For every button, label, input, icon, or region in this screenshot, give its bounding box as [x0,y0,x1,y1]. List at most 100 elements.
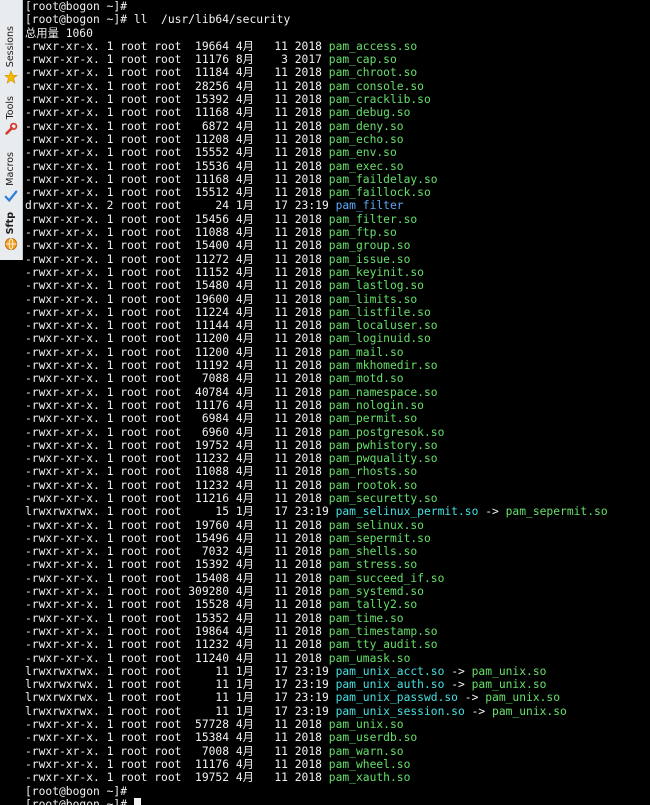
macros-tab[interactable]: Macros [0,152,22,203]
file-attributes: -rwxr-xr-x. 1 root root 11176 4月 11 2018 [25,757,329,771]
file-entry: -rwxr-xr-x. 1 root root 19664 4月 11 2018… [25,40,650,53]
file-attributes: -rwxr-xr-x. 1 root root 6872 4月 11 2018 [25,119,329,133]
command-prompt: [root@bogon ~]# [25,797,650,805]
file-entry: -rwxr-xr-x. 1 root root 15456 4月 11 2018… [25,213,650,226]
terminal-output[interactable]: [root@bogon ~]# [root@bogon ~]# ll /usr/l… [25,0,650,805]
file-entry: lrwxrwxrwx. 1 root root 11 1月 17 23:19 p… [25,691,650,704]
file-entry: -rwxr-xr-x. 1 root root 15392 4月 11 2018… [25,93,650,106]
file-attributes: -rwxr-xr-x. 1 root root 11192 4月 11 2018 [25,359,329,373]
file-name: pam_mkhomedir.so [328,359,438,373]
file-name: pam_userdb.so [328,731,418,745]
file-name: pam_timestamp.so [328,624,438,638]
sessions-tab[interactable]: Sessions [0,26,22,84]
file-entry: -rwxr-xr-x. 1 root root 57728 4月 11 2018… [25,718,650,731]
symlink-target: pam_unix.so [471,664,547,678]
file-name: pam_motd.so [328,372,404,386]
macros-tab-label: Macros [5,152,16,186]
file-entry: -rwxr-xr-x. 1 root root 11232 4月 11 2018… [25,638,650,651]
file-entry: -rwxr-xr-x. 1 root root 11176 4月 11 2018… [25,399,650,412]
file-attributes: -rwxr-xr-x. 1 root root 309280 4月 11 201… [25,585,329,599]
file-attributes: -rwxr-xr-x. 1 root root 15456 4月 11 2018 [25,212,329,226]
file-entry: -rwxr-xr-x. 1 root root 19864 4月 11 2018… [25,625,650,638]
file-name: pam_echo.so [328,132,404,146]
file-entry: -rwxr-xr-x. 1 root root 15480 4月 11 2018… [25,279,650,292]
file-attributes: -rwxr-xr-x. 1 root root 15384 4月 11 2018 [25,731,329,745]
file-attributes: -rwxr-xr-x. 1 root root 6960 4月 11 2018 [25,425,329,439]
file-entry: -rwxr-xr-x. 1 root root 11144 4月 11 2018… [25,319,650,332]
file-name: pam_exec.so [328,159,404,173]
file-entry: -rwxr-xr-x. 1 root root 11176 4月 11 2018… [25,758,650,771]
file-attributes: -rwxr-xr-x. 1 root root 19760 4月 11 2018 [25,518,329,532]
file-attributes: -rwxr-xr-x. 1 root root 28256 4月 11 2018 [25,79,329,93]
file-attributes: -rwxr-xr-x. 1 root root 11232 4月 11 2018 [25,638,329,652]
symlink-target: pam_unix.so [492,704,567,718]
file-name: pam_tty_audit.so [328,638,438,652]
file-entry: -rwxr-xr-x. 1 root root 15400 4月 11 2018… [25,239,650,252]
file-attributes: -rwxr-xr-x. 1 root root 11272 4月 11 2018 [25,252,329,266]
file-attributes: -rwxr-xr-x. 1 root root 15408 4月 11 2018 [25,571,329,585]
file-name: pam_access.so [328,39,418,53]
file-entry: -rwxr-xr-x. 1 root root 11216 4月 11 2018… [25,492,650,505]
file-attributes: -rwxr-xr-x. 1 root root 15552 4月 11 2018 [25,146,329,160]
file-entry: -rwxr-xr-x. 1 root root 11224 4月 11 2018… [25,306,650,319]
file-name: pam_loginuid.so [328,332,431,346]
file-name: pam_selinux.so [328,518,424,532]
file-name: pam_cap.so [328,53,397,67]
file-entry: -rwxr-xr-x. 1 root root 11176 8月 3 2017 … [25,53,650,66]
file-name: pam_time.so [328,611,404,625]
symlink-arrow: -> [444,664,472,678]
file-entry: -rwxr-xr-x. 1 root root 15528 4月 11 2018… [25,598,650,611]
symlink-arrow: -> [478,505,506,519]
file-attributes: -rwxr-xr-x. 1 root root 19600 4月 11 2018 [25,292,329,306]
file-name: pam_issue.so [328,252,411,266]
file-name: pam_listfile.so [328,305,431,319]
file-attributes: lrwxrwxrwx. 1 root root 11 1月 17 23:19 [25,691,336,705]
file-entry: -rwxr-xr-x. 1 root root 11272 4月 11 2018… [25,253,650,266]
file-entry: -rwxr-xr-x. 1 root root 15408 4月 11 2018… [25,572,650,585]
symlink-arrow: -> [444,678,472,692]
file-attributes: lrwxrwxrwx. 1 root root 15 1月 17 23:19 [25,505,336,519]
file-attributes: drwxr-xr-x. 2 root root 24 1月 17 23:19 [25,199,336,213]
file-entry: -rwxr-xr-x. 1 root root 40784 4月 11 2018… [25,386,650,399]
file-name: pam_filter [335,199,404,213]
file-entry: -rwxr-xr-x. 1 root root 6872 4月 11 2018 … [25,120,650,133]
sftp-tab[interactable]: Sftp [0,212,22,251]
file-name: pam_securetty.so [328,491,438,505]
file-name: pam_systemd.so [328,585,424,599]
file-name: pam_unix_auth.so [335,678,445,692]
file-name: pam_nologin.so [328,398,424,412]
file-name: pam_faildelay.so [328,172,438,186]
file-attributes: -rwxr-xr-x. 1 root root 15400 4月 11 2018 [25,239,329,253]
file-attributes: -rwxr-xr-x. 1 root root 11184 4月 11 2018 [25,66,329,80]
file-attributes: lrwxrwxrwx. 1 root root 11 1月 17 23:19 [25,664,336,678]
file-attributes: -rwxr-xr-x. 1 root root 11200 4月 11 2018 [25,332,329,346]
file-name: pam_mail.so [328,345,404,359]
file-name: pam_unix_passwd.so [335,691,458,705]
file-name: pam_permit.so [328,412,418,426]
file-name: pam_env.so [328,146,397,160]
star-icon [4,70,18,84]
file-attributes: -rwxr-xr-x. 1 root root 15392 4月 11 2018 [25,93,329,107]
tools-tab[interactable]: Tools [0,96,22,136]
file-entry: -rwxr-xr-x. 1 root root 15552 4月 11 2018… [25,146,650,159]
file-name: pam_rootok.so [328,478,418,492]
file-attributes: -rwxr-xr-x. 1 root root 11200 4月 11 2018 [25,345,329,359]
file-entry: -rwxr-xr-x. 1 root root 11232 4月 11 2018… [25,452,650,465]
text-cursor [133,797,141,805]
file-name: pam_wheel.so [328,757,411,771]
file-attributes: -rwxr-xr-x. 1 root root 15512 4月 11 2018 [25,186,329,200]
file-name: pam_localuser.so [328,319,438,333]
file-name: pam_sepermit.so [328,531,431,545]
file-entry: -rwxr-xr-x. 1 root root 15536 4月 11 2018… [25,160,650,173]
file-name: pam_group.so [328,239,411,253]
file-entry: lrwxrwxrwx. 1 root root 15 1月 17 23:19 p… [25,505,650,518]
file-name: pam_faillock.so [328,186,431,200]
file-name: pam_unix.so [328,718,404,732]
file-attributes: -rwxr-xr-x. 1 root root 11224 4月 11 2018 [25,305,329,319]
file-name: pam_filter.so [328,212,418,226]
file-entry: -rwxr-xr-x. 1 root root 11200 4月 11 2018… [25,346,650,359]
file-attributes: -rwxr-xr-x. 1 root root 11152 4月 11 2018 [25,265,329,279]
file-entry: -rwxr-xr-x. 1 root root 7088 4月 11 2018 … [25,372,650,385]
file-entry: lrwxrwxrwx. 1 root root 11 1月 17 23:19 p… [25,705,650,718]
wrench-icon [5,123,18,136]
